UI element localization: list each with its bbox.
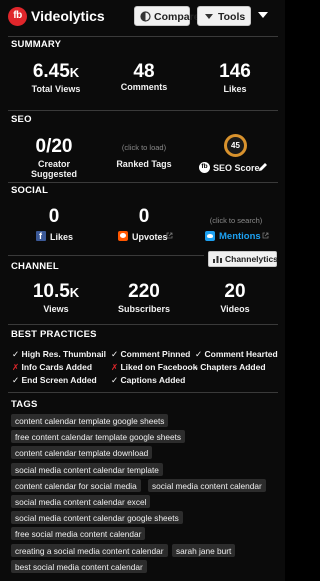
tag-chip[interactable]: content calendar for social media [11, 479, 141, 492]
best-practice-text: Comment Hearted [202, 349, 278, 359]
facebook-icon: f [36, 231, 46, 241]
tag-chip[interactable]: social media content calendar excel [11, 495, 151, 508]
comments-value: 48 [133, 61, 155, 82]
mentions-link[interactable]: Mentions [205, 231, 271, 242]
compare-button[interactable]: Compare [134, 6, 200, 26]
best-practice-item: ✓ Captions Added [111, 375, 185, 386]
best-practice-text: Chapters Added [197, 362, 266, 372]
seo-logo-text: fb [201, 163, 208, 170]
tag-chip[interactable]: free content calendar template google sh… [11, 430, 186, 443]
best-practice-item: - Chapters Added [195, 362, 266, 372]
twitter-icon [205, 231, 215, 241]
likes-label: Likes [223, 84, 247, 94]
comments-label: Comments [120, 82, 168, 92]
subscribers-value: 220 [128, 281, 160, 302]
channel-views-label: Views [43, 304, 69, 314]
upvotes-value: 0 [138, 206, 150, 227]
tag-chip[interactable]: free social media content calendar [11, 527, 146, 540]
tag-chip[interactable]: social media content calendar [148, 479, 266, 492]
seo-score-label: SEO Score [213, 163, 260, 173]
divider [8, 36, 278, 37]
logo-icon: fb [8, 7, 27, 26]
seo-score-value: 45 [231, 141, 240, 150]
social-likes-link[interactable]: f Likes [36, 231, 76, 242]
best-practice-item: ✓ End Screen Added [12, 375, 97, 386]
section-best-practices-title: BEST PRACTICES [11, 329, 97, 340]
section-social-title: SOCIAL [11, 185, 49, 196]
total-views-label: Total Views [31, 84, 81, 94]
best-practice-text: Liked on Facebook [118, 362, 198, 372]
external-link-icon [262, 232, 269, 239]
upvotes-label: Upvotes [132, 232, 168, 242]
best-practice-text: Comment Pinned [118, 349, 191, 359]
section-tags-title: TAGS [11, 399, 38, 410]
tools-button[interactable]: Tools [197, 6, 251, 26]
tag-chip[interactable]: content calendar template google sheets [11, 414, 169, 427]
seo-score-ring[interactable]: 45 [224, 134, 247, 157]
tools-chevron-icon [205, 14, 213, 19]
ranked-tags-label[interactable]: Ranked Tags [104, 159, 184, 169]
pencil-icon [259, 163, 267, 171]
channelytics-label: Channelytics [225, 254, 278, 264]
mentions-hint[interactable]: (click to search) [198, 216, 274, 225]
creator-suggested-label: Creator Suggested [30, 159, 77, 179]
creator-suggested-value: 0/20 [35, 136, 73, 157]
section-seo-title: SEO [11, 114, 32, 125]
divider [8, 110, 278, 111]
section-summary-title: SUMMARY [11, 39, 62, 50]
tag-chip[interactable]: best social media content calendar [11, 560, 147, 573]
tag-chip[interactable]: social media content calendar template [11, 463, 163, 476]
brand-title: Videolytics [31, 8, 105, 24]
upvotes-link[interactable]: Upvotes [118, 231, 174, 242]
tag-chip[interactable]: social media content calendar google she… [11, 511, 183, 524]
external-link-icon [166, 232, 173, 239]
mentions-label: Mentions [219, 231, 261, 242]
seo-logo-icon: fb [199, 162, 210, 173]
subscribers-label: Subscribers [117, 304, 171, 314]
best-practice-item: ✓ Comment Hearted [195, 349, 278, 360]
chart-icon [213, 256, 222, 263]
channel-views-value: 10.5K [32, 281, 80, 302]
best-practice-item: ✓ Comment Pinned [111, 349, 190, 360]
best-practice-item: ✗ Info Cards Added [12, 362, 92, 373]
best-practice-item: ✓ High Res. Thumbnail [12, 349, 106, 360]
tools-label: Tools [218, 11, 246, 23]
seo-score-link[interactable]: fb SEO Score [199, 162, 271, 174]
best-practice-text: Info Cards Added [19, 362, 93, 372]
tag-chip[interactable]: sarah jane burt [172, 544, 236, 557]
likes-value: 146 [219, 61, 251, 82]
compare-label: Compare [154, 11, 200, 23]
divider [8, 324, 278, 325]
divider [8, 392, 278, 393]
social-likes-label: Likes [50, 232, 74, 242]
tag-chip[interactable]: creating a social media content calendar [11, 544, 168, 557]
social-likes-value: 0 [48, 206, 60, 227]
best-practice-text: End Screen Added [19, 375, 97, 385]
logo-text: fb [13, 10, 22, 21]
best-practice-text: Captions Added [118, 375, 186, 385]
channelytics-button[interactable]: Channelytics [208, 251, 278, 267]
ranked-tags-hint[interactable]: (click to load) [104, 143, 184, 152]
reddit-icon [118, 231, 128, 241]
menu-arrow-icon[interactable] [258, 12, 268, 18]
header: fb Videolytics Compare Tools [0, 0, 285, 33]
best-practice-item: ✗ Liked on Facebook [111, 362, 197, 373]
total-views-value: 6.45K [32, 61, 80, 82]
section-channel-title: CHANNEL [11, 261, 59, 272]
best-practice-text: High Res. Thumbnail [19, 349, 107, 359]
videolytics-panel: fb Videolytics Compare Tools SUMMARY 6.4… [0, 0, 285, 581]
divider [8, 182, 278, 183]
compare-icon [140, 11, 151, 22]
divider [8, 255, 204, 256]
tag-chip[interactable]: content calendar template download [11, 446, 153, 459]
videos-value: 20 [224, 281, 246, 302]
videos-label: Videos [220, 304, 250, 314]
